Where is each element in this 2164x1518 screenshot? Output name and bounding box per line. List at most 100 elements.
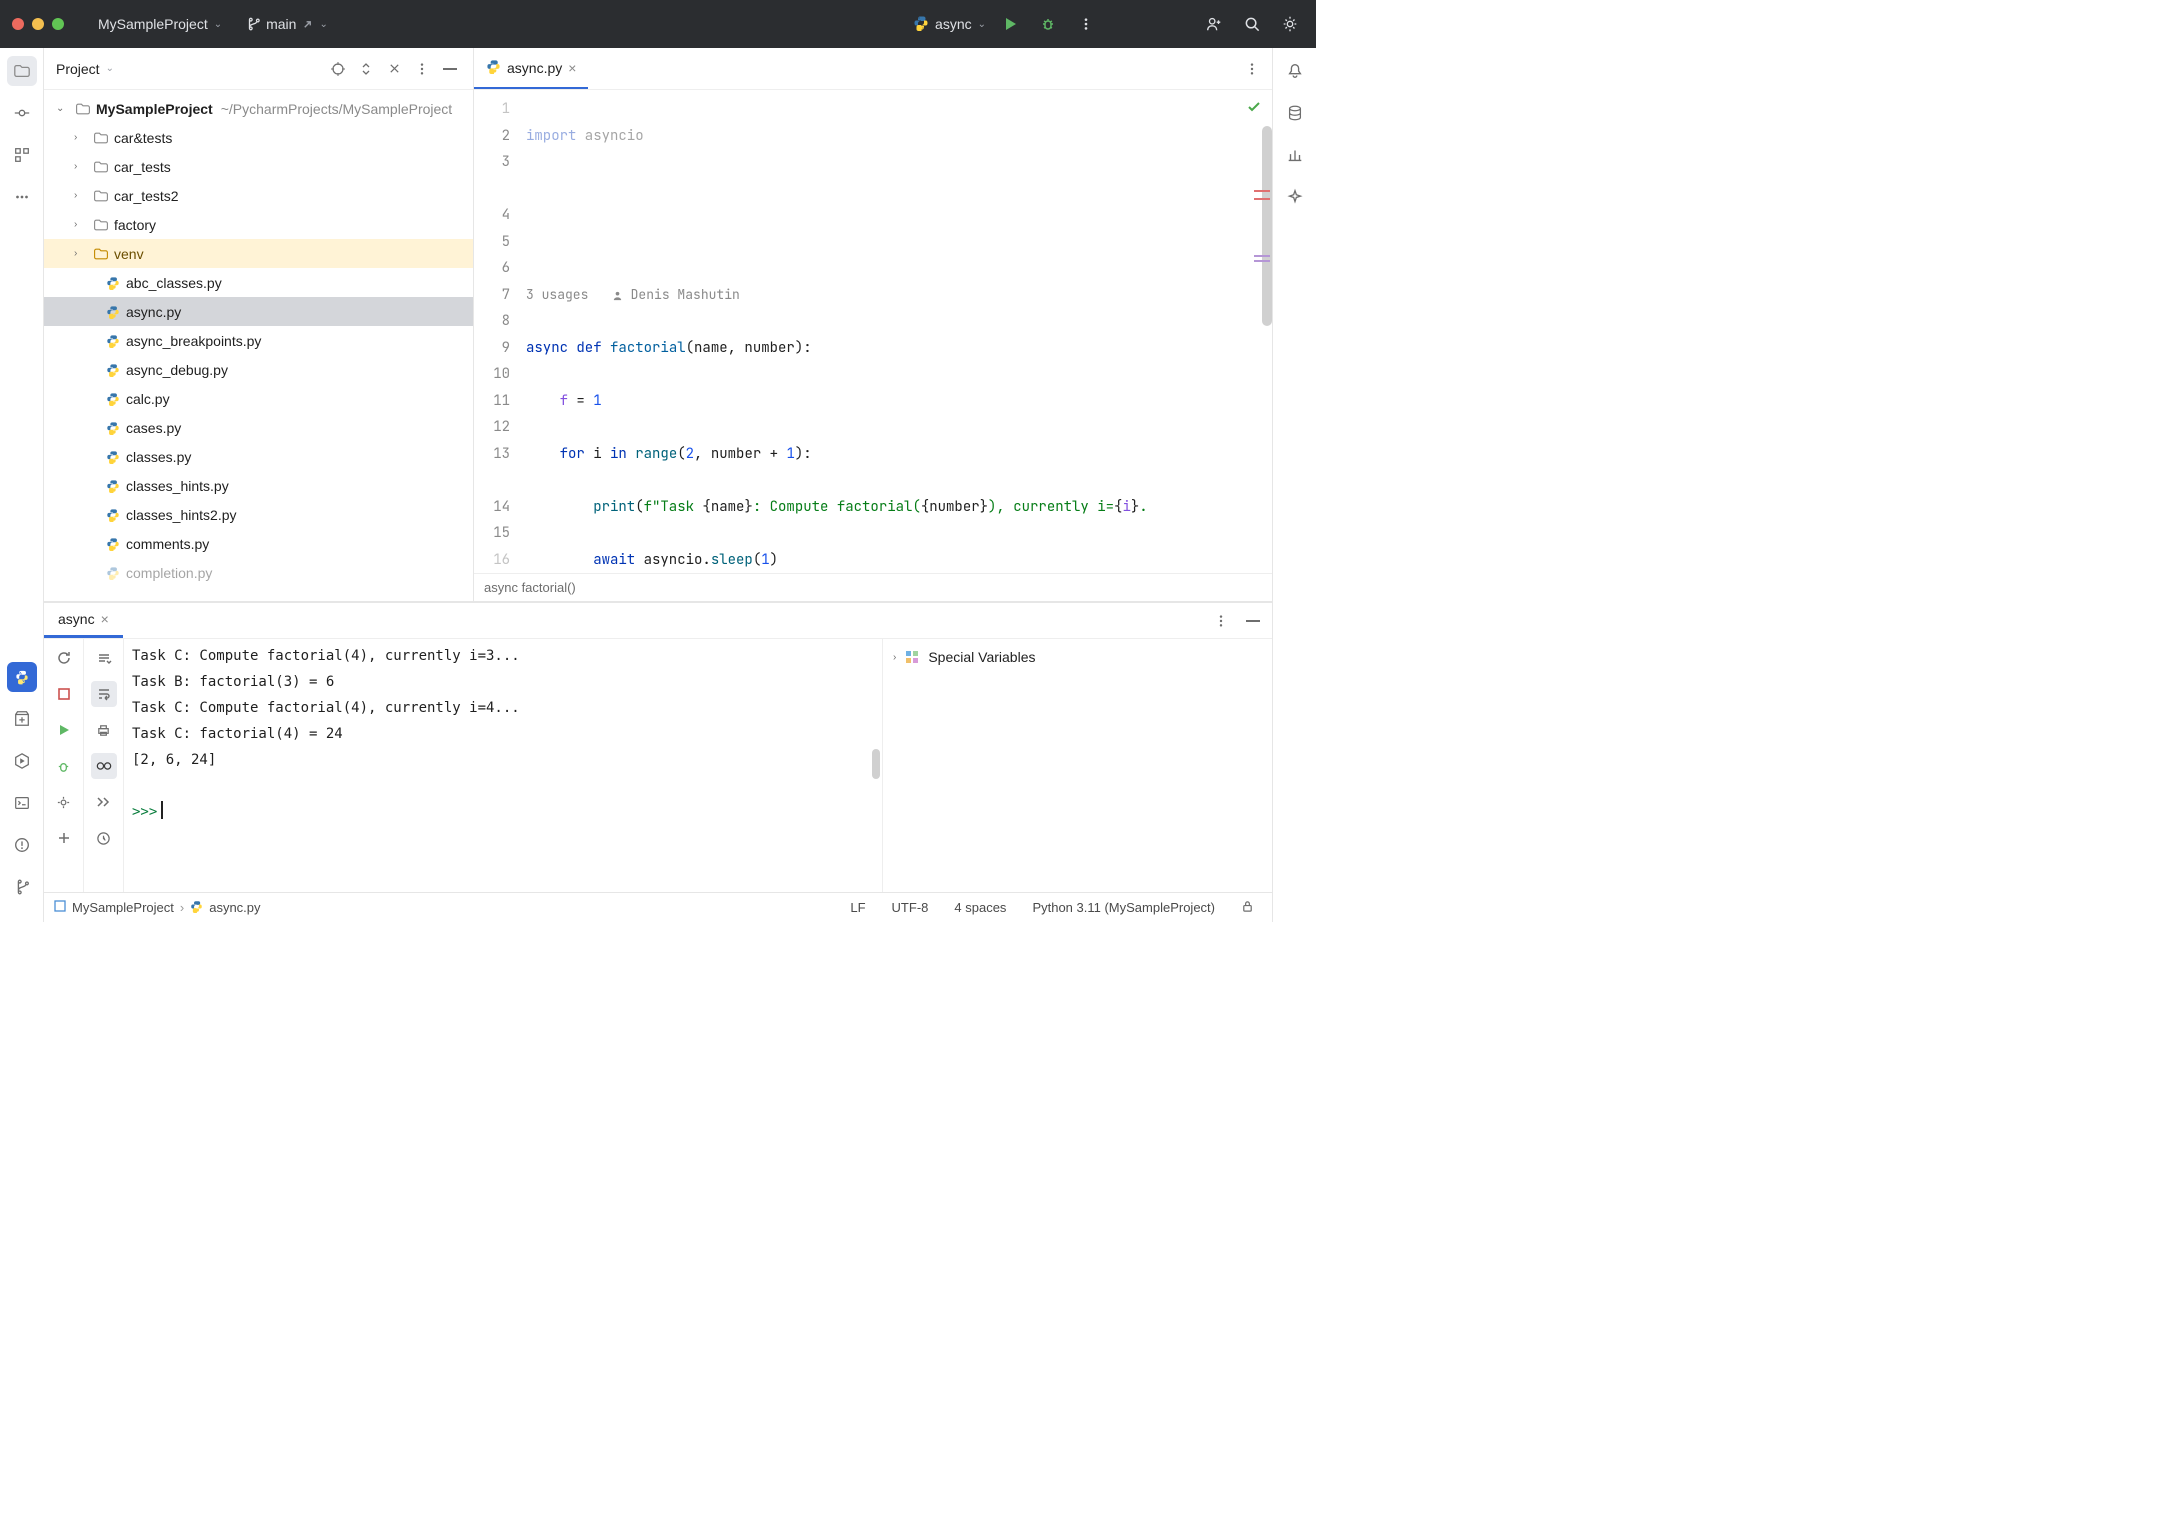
project-dropdown[interactable]: MySampleProject ⌄: [90, 12, 230, 36]
more-tools[interactable]: [7, 182, 37, 212]
project-tool-button[interactable]: [7, 56, 37, 86]
chevron-down-icon[interactable]: ⌄: [106, 63, 114, 74]
editor-tab-options[interactable]: [1238, 55, 1266, 83]
panel-options[interactable]: [411, 58, 433, 80]
hide-panel[interactable]: [439, 58, 461, 80]
tree-file[interactable]: classes_hints2.py: [44, 500, 473, 529]
console-output[interactable]: Task C: Compute factorial(4), currently …: [124, 639, 882, 892]
rerun-button[interactable]: [51, 645, 77, 671]
run-config-selector[interactable]: async ⌄: [913, 15, 986, 34]
database-button[interactable]: [1280, 98, 1310, 128]
code-area[interactable]: import asyncio 3 usages Denis Mashutin a…: [520, 90, 1272, 573]
chevron-right-icon[interactable]: ›: [74, 248, 88, 259]
select-opened-file[interactable]: [327, 58, 349, 80]
code-with-me[interactable]: [1200, 10, 1228, 38]
tree-folder-excluded[interactable]: ›venv: [44, 239, 473, 268]
commit-tool-button[interactable]: [7, 98, 37, 128]
settings[interactable]: [1276, 10, 1304, 38]
editor-breadcrumb[interactable]: async factorial(): [474, 573, 1272, 601]
crumb-project[interactable]: MySampleProject: [72, 900, 174, 915]
tree-file[interactable]: completion.py: [44, 558, 473, 587]
chevron-right-icon[interactable]: ›: [893, 652, 896, 663]
variables-pane[interactable]: › Special Variables: [882, 639, 1272, 892]
show-variables[interactable]: [91, 753, 117, 779]
vcs-branch[interactable]: main ⌄: [246, 16, 328, 32]
terminal-button[interactable]: [7, 788, 37, 818]
history[interactable]: [91, 825, 117, 851]
tree-file[interactable]: cases.py: [44, 413, 473, 442]
tree-folder[interactable]: ›factory: [44, 210, 473, 239]
scroll-to-end[interactable]: [91, 645, 117, 671]
tree-file[interactable]: calc.py: [44, 384, 473, 413]
close-run-tab[interactable]: ×: [101, 611, 109, 627]
inspection-ok-icon[interactable]: [1246, 98, 1262, 125]
crumb-file[interactable]: async.py: [209, 900, 260, 915]
kebab-icon: [1079, 17, 1093, 31]
editor-tab[interactable]: async.py ×: [474, 48, 588, 89]
structure-tool-button[interactable]: [7, 140, 37, 170]
titlebar: MySampleProject ⌄ main ⌄ async ⌄: [0, 0, 1316, 48]
inlay-usages[interactable]: 3 usages: [526, 286, 588, 303]
run-options[interactable]: [1208, 608, 1234, 634]
tree-file[interactable]: comments.py: [44, 529, 473, 558]
debug-button[interactable]: [1034, 10, 1062, 38]
tree-file-selected[interactable]: async.py: [44, 297, 473, 326]
target-icon: [330, 61, 346, 77]
line-separator[interactable]: LF: [842, 900, 873, 915]
tree-file[interactable]: async_breakpoints.py: [44, 326, 473, 355]
tree-file[interactable]: async_debug.py: [44, 355, 473, 384]
project-tree[interactable]: ⌄ MySampleProject ~/PycharmProjects/MySa…: [44, 90, 473, 601]
print-output[interactable]: [91, 717, 117, 743]
sciview-button[interactable]: [1280, 140, 1310, 170]
console-scrollbar[interactable]: [872, 749, 880, 779]
ai-assistant-button[interactable]: [1280, 182, 1310, 212]
indent[interactable]: 4 spaces: [946, 900, 1014, 915]
tree-file[interactable]: classes_hints.py: [44, 471, 473, 500]
navigation-bar[interactable]: MySampleProject › async.py: [54, 900, 261, 916]
run-settings[interactable]: [51, 789, 77, 815]
python-packages-button[interactable]: [7, 704, 37, 734]
maximize-window[interactable]: [52, 18, 64, 30]
tree-file[interactable]: abc_classes.py: [44, 268, 473, 297]
add-run-config[interactable]: [51, 825, 77, 851]
tree-file[interactable]: classes.py: [44, 442, 473, 471]
chevron-right-icon[interactable]: ›: [74, 161, 88, 172]
run-tab[interactable]: async ×: [44, 603, 123, 638]
debug-button-small[interactable]: [51, 753, 77, 779]
readonly-toggle[interactable]: [1233, 900, 1262, 916]
chevron-right-icon[interactable]: ›: [74, 219, 88, 230]
minimize-icon: [443, 64, 457, 74]
encoding[interactable]: UTF-8: [884, 900, 937, 915]
close-tab[interactable]: ×: [568, 60, 576, 76]
tree-folder[interactable]: ›car&tests: [44, 123, 473, 152]
more-actions[interactable]: [1072, 10, 1100, 38]
soft-wrap[interactable]: [91, 681, 117, 707]
collapse-close[interactable]: [383, 58, 405, 80]
git-button[interactable]: [7, 872, 37, 902]
chevron-right-icon[interactable]: ›: [74, 190, 88, 201]
inlay-author[interactable]: Denis Mashutin: [631, 286, 740, 303]
stop-button[interactable]: [51, 681, 77, 707]
error-stripe[interactable]: [1264, 90, 1270, 573]
python-console-button[interactable]: [7, 662, 37, 692]
gutter[interactable]: 12345678910111213141516: [474, 90, 520, 573]
editor-body[interactable]: 12345678910111213141516 import asyncio 3…: [474, 90, 1272, 573]
notifications-button[interactable]: [1280, 56, 1310, 86]
expand-all[interactable]: [355, 58, 377, 80]
hide-run[interactable]: [1240, 608, 1266, 634]
services-button[interactable]: [7, 746, 37, 776]
run-button[interactable]: [996, 10, 1024, 38]
chevron-right-icon[interactable]: ›: [74, 132, 88, 143]
search-everywhere[interactable]: [1238, 10, 1266, 38]
tree-root[interactable]: ⌄ MySampleProject ~/PycharmProjects/MySa…: [44, 94, 473, 123]
interpreter[interactable]: Python 3.11 (MySampleProject): [1024, 900, 1223, 915]
problems-button[interactable]: [7, 830, 37, 860]
variables-row[interactable]: › Special Variables: [893, 649, 1262, 665]
close-window[interactable]: [12, 18, 24, 30]
tree-folder[interactable]: ›car_tests: [44, 152, 473, 181]
execute-current[interactable]: [91, 789, 117, 815]
run-button-small[interactable]: [51, 717, 77, 743]
chevron-down-icon[interactable]: ⌄: [56, 103, 70, 114]
minimize-window[interactable]: [32, 18, 44, 30]
tree-folder[interactable]: ›car_tests2: [44, 181, 473, 210]
